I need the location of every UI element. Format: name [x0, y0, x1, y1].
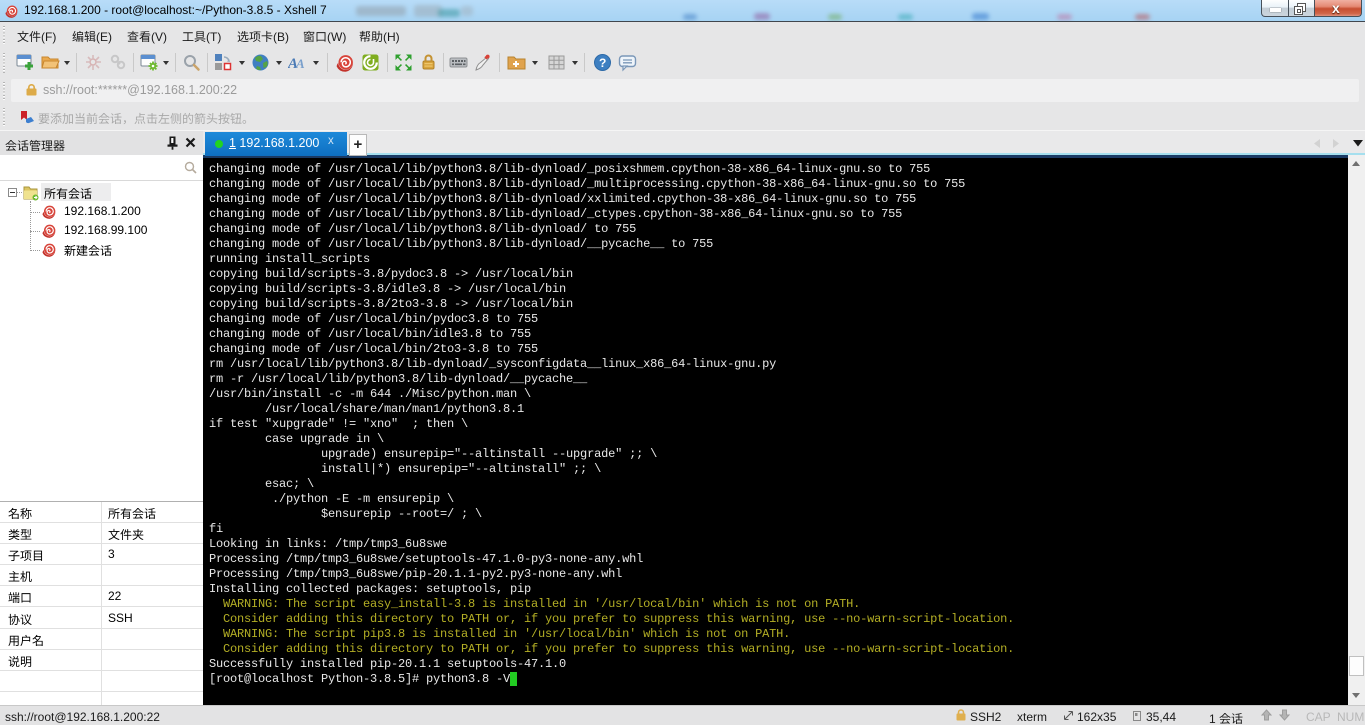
svg-text:A: A	[295, 56, 305, 71]
svg-text:?: ?	[599, 56, 606, 70]
